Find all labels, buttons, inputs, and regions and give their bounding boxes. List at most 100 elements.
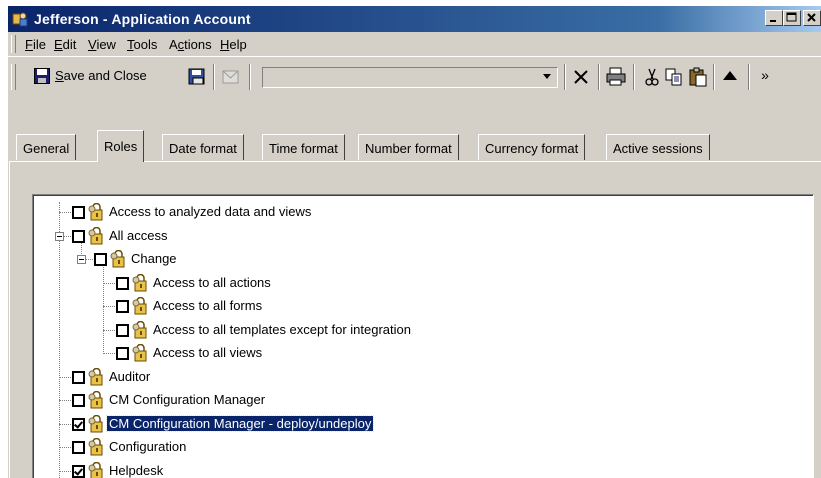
menu-actions[interactable]: Actions	[169, 37, 212, 52]
role-checkbox[interactable]	[116, 276, 129, 290]
toolbar-separator	[633, 64, 635, 90]
role-lock-icon	[87, 226, 105, 245]
tree-node[interactable]: Access to analyzed data and views	[34, 201, 794, 223]
role-label: Access to all actions	[153, 274, 271, 290]
tab-date-format[interactable]: Date format	[162, 134, 244, 160]
role-lock-icon	[87, 414, 105, 433]
delete-button[interactable]	[570, 66, 592, 88]
print-button[interactable]	[605, 66, 627, 88]
tab-label: Date format	[169, 141, 237, 156]
menu-tools[interactable]: Tools	[127, 37, 157, 52]
tab-label: Currency format	[485, 141, 579, 156]
menu-bar: File Edit View Tools Actions Help	[8, 32, 821, 57]
collapse-toggle-icon[interactable]	[55, 231, 64, 241]
role-lock-icon	[87, 437, 105, 456]
tab-roles[interactable]: Roles	[97, 130, 145, 162]
role-label: Access to all templates except for integ…	[153, 321, 411, 337]
role-lock-icon	[87, 390, 105, 409]
tab-label: General	[23, 141, 70, 156]
scissors-icon	[645, 68, 659, 86]
floppy-disk-icon	[34, 68, 50, 84]
tree-node[interactable]: Access to all forms	[34, 295, 794, 317]
role-lock-icon	[87, 367, 105, 386]
role-checkbox[interactable]	[72, 206, 85, 219]
role-checkbox[interactable]	[72, 229, 85, 243]
menu-edit[interactable]: Edit	[54, 37, 76, 52]
menu-help[interactable]: Help	[220, 37, 247, 52]
minimize-button[interactable]	[765, 10, 783, 26]
toolbar-separator	[249, 64, 251, 90]
toolbar-separator	[713, 64, 715, 90]
tree-node[interactable]: Helpdesk	[34, 460, 794, 478]
role-label: Configuration	[109, 439, 187, 454]
role-checkbox[interactable]	[116, 347, 129, 360]
role-checkbox[interactable]	[72, 441, 85, 454]
toolbar-overflow-button[interactable]: »	[754, 66, 776, 88]
minimize-icon	[770, 20, 776, 22]
tab-active-sessions[interactable]: Active sessions	[606, 134, 710, 160]
chevron-down-icon[interactable]	[543, 74, 551, 79]
role-lock-icon	[87, 202, 105, 221]
role-checkbox[interactable]	[116, 300, 129, 313]
printer-icon	[606, 67, 626, 86]
close-icon	[807, 13, 816, 22]
tab-general[interactable]: General	[16, 134, 77, 160]
role-checkbox[interactable]	[116, 323, 129, 337]
cut-button[interactable]	[641, 66, 663, 88]
tree-node[interactable]: CM Configuration Manager	[34, 389, 794, 411]
toolbar-grip[interactable]	[11, 64, 16, 90]
toolbar-separator	[748, 64, 750, 90]
tree-node[interactable]: Configuration	[34, 436, 794, 458]
title-bar[interactable]: Jefferson - Application Account	[8, 6, 821, 32]
tree-node[interactable]: Access to all actions	[34, 272, 794, 294]
toolbar-separator	[564, 64, 566, 90]
window-title: Jefferson - Application Account	[34, 11, 251, 27]
send-mail-icon[interactable]	[222, 69, 240, 85]
tree-node[interactable]: Access to all templates except for integ…	[34, 319, 794, 341]
role-checkbox[interactable]	[94, 253, 107, 266]
tree-node[interactable]: Auditor	[34, 366, 794, 388]
copy-button[interactable]	[663, 66, 685, 88]
menu-grip[interactable]	[11, 35, 16, 53]
close-button[interactable]	[803, 10, 821, 26]
roles-tree-body: Access to analyzed data and views All acc…	[33, 195, 813, 478]
tree-node[interactable]: CM Configuration Manager - deploy/undepl…	[34, 413, 794, 435]
role-label: Access to all forms	[153, 298, 263, 313]
menu-view[interactable]: View	[88, 37, 116, 52]
collapse-toggle-icon[interactable]	[77, 255, 86, 264]
role-label: CM Configuration Manager	[109, 392, 266, 407]
paste-button[interactable]	[687, 66, 709, 88]
role-checkbox[interactable]	[72, 394, 85, 407]
application-window: Jefferson - Application Account File Edi…	[8, 6, 821, 478]
role-checkbox[interactable]	[72, 370, 85, 384]
app-icon	[12, 12, 28, 27]
tree-node[interactable]: All access	[34, 225, 794, 247]
tab-currency-format[interactable]: Currency format	[478, 134, 586, 160]
copy-icon	[665, 68, 682, 86]
tab-time-format[interactable]: Time format	[262, 134, 345, 160]
role-checkbox[interactable]	[72, 417, 85, 431]
tab-number-format[interactable]: Number format	[358, 134, 459, 160]
maximize-button[interactable]	[783, 10, 801, 26]
role-lock-icon	[131, 343, 149, 362]
chevron-overflow-icon: »	[761, 67, 769, 83]
role-label: CM Configuration Manager - deploy/undepl…	[105, 414, 375, 432]
toolbar-separator	[598, 64, 600, 90]
tab-label: Number format	[365, 141, 452, 156]
roles-tree[interactable]: Access to analyzed data and views All acc…	[32, 194, 814, 478]
role-lock-icon	[109, 249, 127, 268]
maximize-icon	[786, 12, 797, 22]
toolbar-combo[interactable]	[262, 67, 558, 88]
role-checkbox[interactable]	[72, 464, 85, 478]
save-new-icon[interactable]	[188, 68, 206, 86]
move-up-button[interactable]	[719, 66, 741, 88]
tree-node[interactable]: Change	[34, 248, 794, 270]
role-lock-icon	[131, 296, 149, 315]
tree-node[interactable]: Access to all views	[34, 342, 794, 364]
tab-strip: General Roles Date format Time format Nu…	[8, 130, 821, 162]
role-label: Helpdesk	[109, 462, 164, 478]
menu-file[interactable]: File	[25, 37, 46, 52]
role-label: Access to analyzed data and views	[109, 204, 312, 219]
tab-label: Active sessions	[613, 141, 703, 156]
delete-x-icon	[574, 70, 588, 84]
